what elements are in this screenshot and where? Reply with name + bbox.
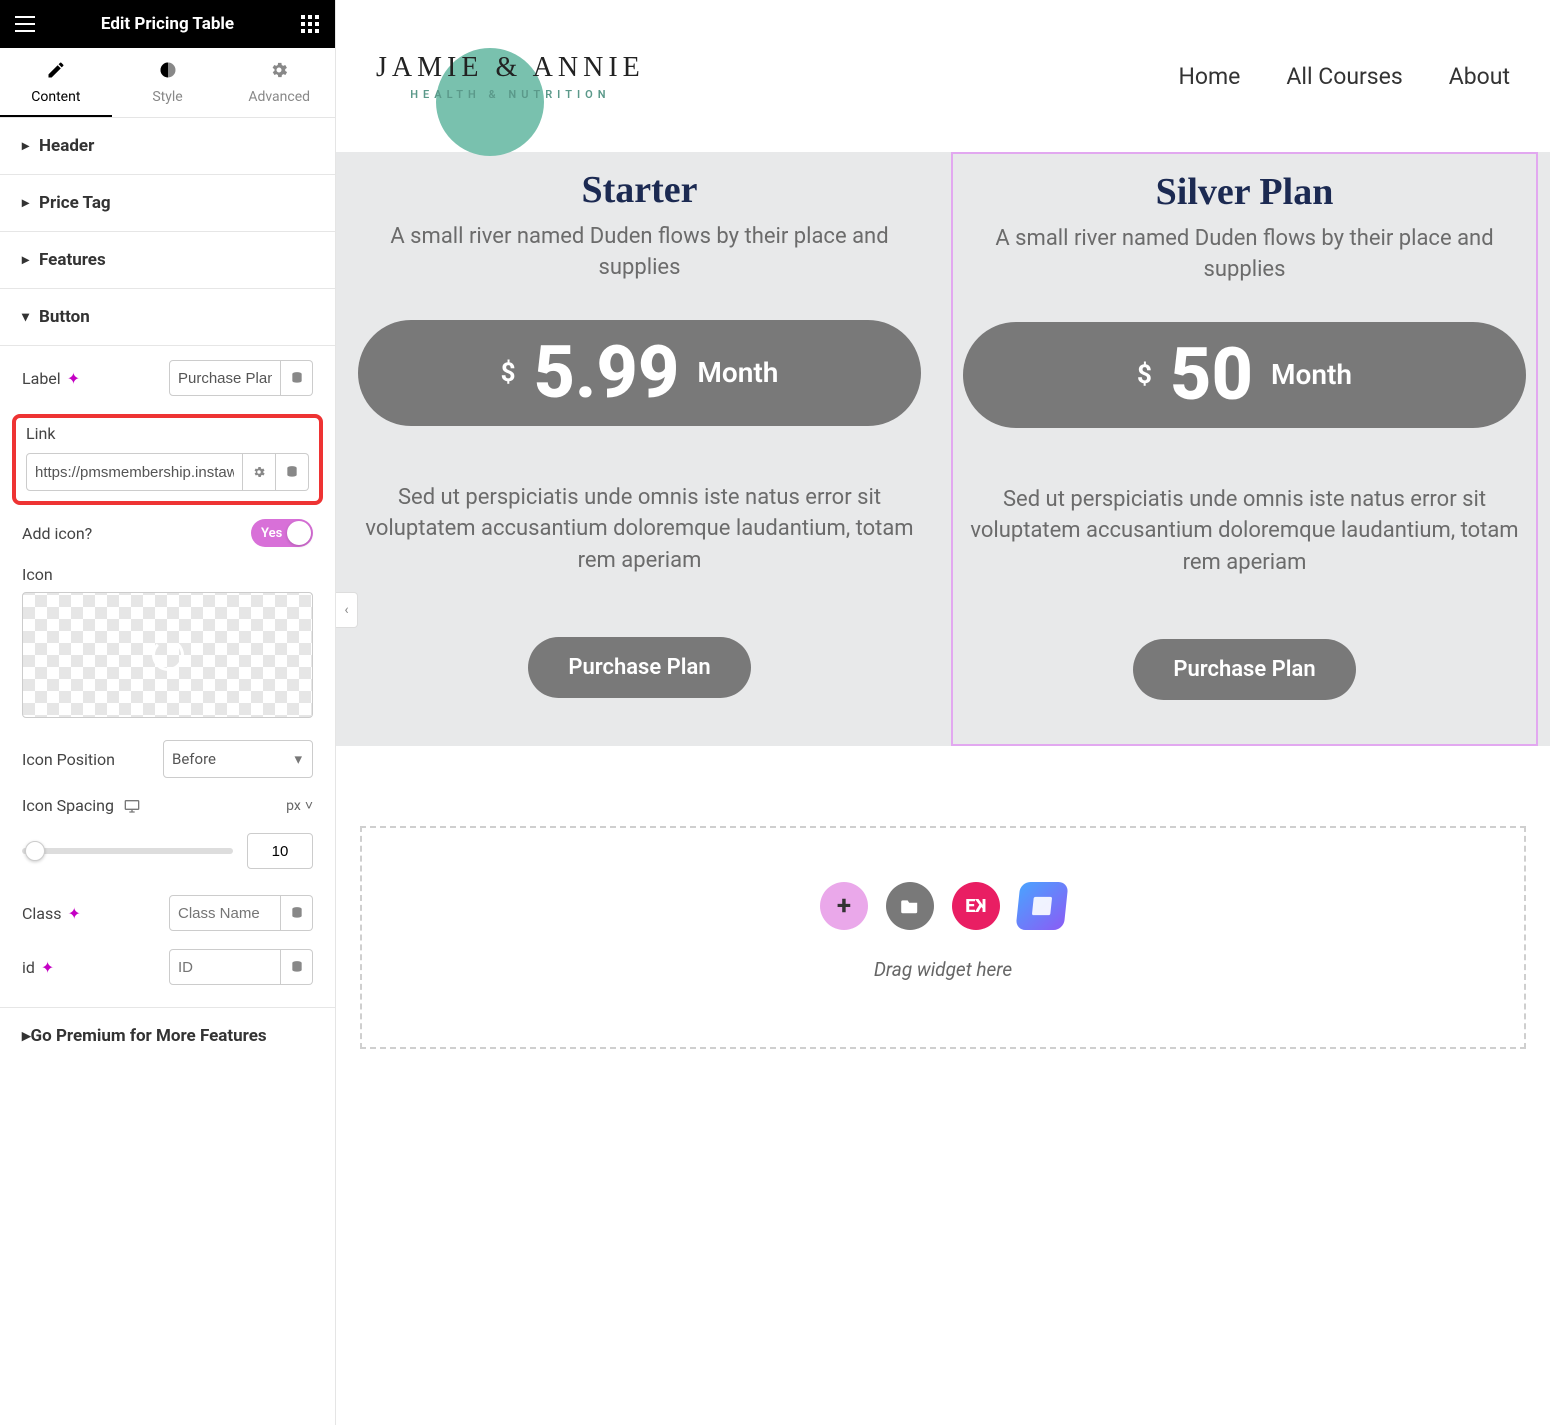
folder-button[interactable] — [886, 882, 934, 930]
chevron-right-icon: ▸ — [22, 1026, 31, 1046]
nav-home[interactable]: Home — [1178, 63, 1240, 90]
control-add-icon: Add icon? Yes — [22, 519, 313, 547]
pricing-plans: Starter A small river named Duden flows … — [336, 152, 1550, 746]
panel-title: Edit Pricing Table — [101, 14, 234, 34]
section-go-premium[interactable]: ▸Go Premium for More Features — [0, 1007, 335, 1064]
site-logo[interactable]: JAMIE & ANNIE HEALTH & NUTRITION — [376, 52, 645, 101]
dynamic-tags-icon[interactable] — [281, 360, 313, 396]
elementskit-button[interactable]: EK — [952, 882, 1000, 930]
section-features[interactable]: ▸Features — [0, 232, 335, 289]
label-input[interactable] — [169, 360, 281, 396]
control-class: Class✦ — [22, 895, 313, 931]
price-amount: 50 — [1170, 339, 1253, 411]
class-input[interactable] — [169, 895, 281, 931]
plan-subtitle: A small river named Duden flows by their… — [358, 222, 921, 284]
control-link-highlight: Link — [12, 414, 323, 505]
widgets-grid-icon[interactable] — [299, 13, 321, 35]
icon-picker[interactable] — [22, 592, 313, 718]
plan-title: Starter — [358, 168, 921, 212]
ai-spark-icon[interactable]: ✦ — [41, 958, 54, 977]
widget-dropzone[interactable]: + EK Drag widget here — [360, 826, 1526, 1049]
purchase-button[interactable]: Purchase Plan — [1133, 639, 1355, 700]
plan-subtitle: A small river named Duden flows by their… — [963, 224, 1526, 286]
hamburger-icon[interactable] — [14, 13, 36, 35]
add-widget-button[interactable]: + — [820, 882, 868, 930]
unit-select[interactable]: px ˅ — [286, 797, 313, 814]
add-icon-toggle[interactable]: Yes — [251, 519, 313, 547]
price-pill: $ 50 Month — [963, 322, 1526, 428]
plus-icon: + — [837, 891, 851, 921]
panel-collapse-toggle[interactable]: ‹ — [336, 592, 358, 628]
chevron-left-icon: ‹ — [344, 602, 348, 618]
link-label: Link — [26, 424, 309, 443]
plan-description: Sed ut perspiciatis unde omnis iste natu… — [963, 484, 1526, 580]
pricing-plan-silver[interactable]: Silver Plan A small river named Duden fl… — [951, 152, 1538, 746]
site-header: JAMIE & ANNIE HEALTH & NUTRITION Home Al… — [336, 0, 1550, 152]
chevron-right-icon: ▸ — [22, 195, 29, 211]
tab-advanced-label: Advanced — [248, 89, 310, 105]
control-icon-spacing-header: Icon Spacing px ˅ — [22, 796, 313, 815]
icon-spacing-slider[interactable] — [22, 848, 233, 854]
price-pill: $ 5.99 Month — [358, 320, 921, 426]
icon-label: Icon — [22, 565, 313, 584]
price-currency: $ — [501, 358, 516, 388]
editor-panel: Edit Pricing Table Content Style Advance… — [0, 0, 336, 1425]
chevron-right-icon: ▸ — [22, 138, 29, 154]
brand-name: JAMIE & ANNIE — [376, 52, 645, 84]
templates-button[interactable] — [1015, 882, 1068, 930]
nav-all-courses[interactable]: All Courses — [1286, 63, 1402, 90]
control-label: Label✦ — [22, 360, 313, 396]
icon-position-select[interactable]: Before — [163, 740, 313, 778]
price-period: Month — [697, 356, 778, 389]
dynamic-tags-icon[interactable] — [281, 949, 313, 985]
dynamic-tags-icon[interactable] — [281, 895, 313, 931]
section-button[interactable]: ▾Button — [0, 289, 335, 346]
price-period: Month — [1271, 358, 1352, 391]
pricing-plan-starter[interactable]: Starter A small river named Duden flows … — [348, 152, 931, 746]
control-icon-spacing-slider — [22, 833, 313, 869]
dynamic-tags-icon[interactable] — [276, 453, 309, 491]
price-currency: $ — [1137, 360, 1152, 390]
preview-canvas: JAMIE & ANNIE HEALTH & NUTRITION Home Al… — [336, 0, 1550, 1425]
section-price-tag[interactable]: ▸Price Tag — [0, 175, 335, 232]
icon-spacing-input[interactable] — [247, 833, 313, 869]
plan-description: Sed ut perspiciatis unde omnis iste natu… — [358, 482, 921, 578]
slider-knob[interactable] — [25, 841, 45, 861]
ai-spark-icon[interactable]: ✦ — [67, 369, 80, 388]
folder-icon — [900, 898, 920, 914]
nav-about[interactable]: About — [1449, 63, 1510, 90]
cube-icon — [1030, 895, 1054, 917]
site-nav: Home All Courses About — [1178, 63, 1510, 90]
section-header[interactable]: ▸Header — [0, 118, 335, 175]
chevron-right-icon: ▸ — [22, 252, 29, 268]
link-options-gear-icon[interactable] — [243, 453, 276, 491]
control-id: id✦ — [22, 949, 313, 985]
panel-header: Edit Pricing Table — [0, 0, 335, 48]
tab-style-label: Style — [152, 89, 182, 105]
control-icon-position: Icon Position Before — [22, 740, 313, 778]
brand-tagline: HEALTH & NUTRITION — [376, 88, 645, 101]
tab-content-label: Content — [31, 89, 80, 105]
ai-spark-icon[interactable]: ✦ — [68, 904, 81, 923]
tab-style[interactable]: Style — [112, 48, 224, 117]
responsive-device-icon[interactable] — [124, 799, 140, 813]
dropzone-text: Drag widget here — [382, 958, 1504, 981]
id-input[interactable] — [169, 949, 281, 985]
purchase-button[interactable]: Purchase Plan — [528, 637, 750, 698]
plan-title: Silver Plan — [963, 170, 1526, 214]
tab-advanced[interactable]: Advanced — [223, 48, 335, 117]
chevron-down-icon: ▾ — [22, 309, 29, 325]
price-amount: 5.99 — [533, 337, 679, 409]
panel-sections: ▸Header ▸Price Tag ▸Features ▾Button Lab… — [0, 118, 335, 1425]
button-controls: Label✦ Link Add icon? — [0, 346, 335, 1007]
panel-tabs: Content Style Advanced — [0, 48, 335, 118]
toggle-knob — [287, 521, 311, 545]
link-input[interactable] — [26, 453, 243, 491]
tab-content[interactable]: Content — [0, 48, 112, 117]
